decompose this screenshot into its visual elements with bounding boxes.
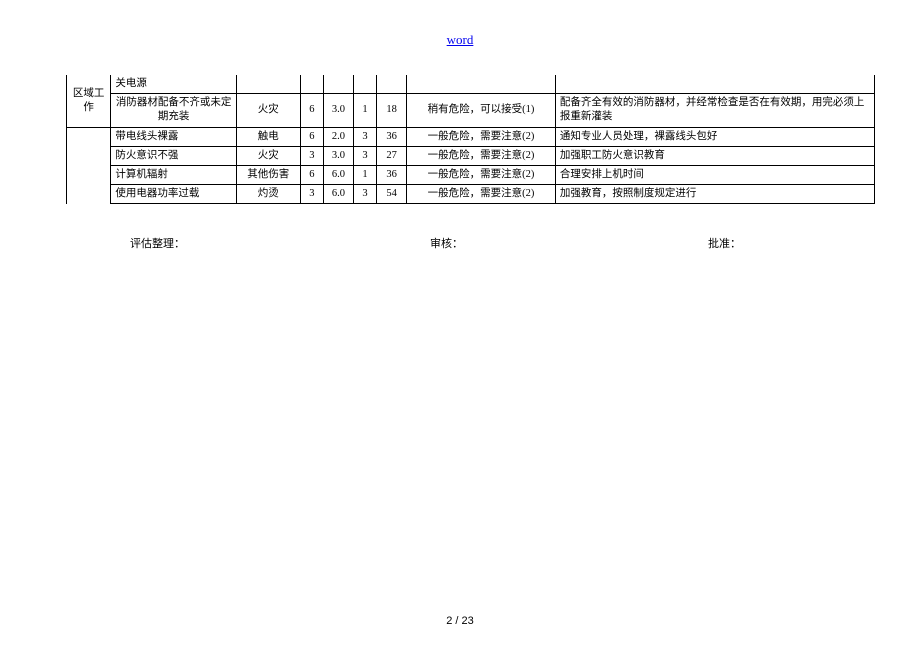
num-cell: 3 <box>300 146 323 165</box>
num-cell: 2.0 <box>324 127 354 146</box>
num-cell: 3 <box>353 185 376 204</box>
type-cell: 其他伤害 <box>236 165 300 184</box>
num-cell: 6.0 <box>324 185 354 204</box>
table-row: 使用电器功率过载 灼烫 3 6.0 3 54 一般危险，需要注意(2) 加强教育… <box>45 185 875 204</box>
signoff-prepared: 评估整理： <box>130 235 185 251</box>
measure-cell: 加强职工防火意识教育 <box>555 146 874 165</box>
num-cell: 36 <box>377 165 407 184</box>
num-cell: 1 <box>353 165 376 184</box>
num-cell: 3.0 <box>324 146 354 165</box>
side-cell <box>45 75 66 204</box>
area-cell-empty <box>66 127 111 204</box>
header-link[interactable]: word <box>447 32 474 48</box>
hazard-cell: 带电线头裸露 <box>111 127 236 146</box>
num-cell: 3.0 <box>324 94 354 127</box>
num-cell: 54 <box>377 185 407 204</box>
num-cell: 1 <box>353 94 376 127</box>
hazard-cell: 防火意识不强 <box>111 146 236 165</box>
hazard-cell: 计算机辐射 <box>111 165 236 184</box>
risk-cell: 一般危险，需要注意(2) <box>407 127 556 146</box>
table-row: 计算机辐射 其他伤害 6 6.0 1 36 一般危险，需要注意(2) 合理安排上… <box>45 165 875 184</box>
type-cell: 触电 <box>236 127 300 146</box>
table-row: 带电线头裸露 触电 6 2.0 3 36 一般危险，需要注意(2) 通知专业人员… <box>45 127 875 146</box>
table-row: 消防器材配备不齐或未定期充装 火灾 6 3.0 1 18 稍有危险，可以接受(1… <box>45 94 875 127</box>
num-cell: 3 <box>300 185 323 204</box>
num-cell: 6 <box>300 94 323 127</box>
num-cell: 36 <box>377 127 407 146</box>
type-cell: 火灾 <box>236 94 300 127</box>
risk-cell: 稍有危险，可以接受(1) <box>407 94 556 127</box>
risk-cell: 一般危险，需要注意(2) <box>407 146 556 165</box>
area-cell: 区域工作 <box>66 75 111 127</box>
measure-cell: 通知专业人员处理，裸露线头包好 <box>555 127 874 146</box>
num-cell: 6 <box>300 165 323 184</box>
risk-cell: 一般危险，需要注意(2) <box>407 165 556 184</box>
risk-table: 区域工作 关电源 消防器材配备不齐或未定期充装 火灾 6 3.0 1 18 稍有… <box>45 75 875 204</box>
page-number: 2 / 23 <box>446 615 474 627</box>
num-cell: 27 <box>377 146 407 165</box>
num-cell: 3 <box>353 146 376 165</box>
measure-cell: 合理安排上机时间 <box>555 165 874 184</box>
signoff-review: 审核： <box>430 235 463 251</box>
hazard-cell: 消防器材配备不齐或未定期充装 <box>111 94 236 127</box>
num-cell: 6 <box>300 127 323 146</box>
type-cell: 灼烫 <box>236 185 300 204</box>
measure-cell: 配备齐全有效的消防器材，并经常检查是否在有效期，用完必须上报重新灌装 <box>555 94 874 127</box>
num-cell: 6.0 <box>324 165 354 184</box>
num-cell: 18 <box>377 94 407 127</box>
table-row: 区域工作 关电源 <box>45 75 875 94</box>
signoff-approve: 批准： <box>708 235 741 251</box>
risk-cell: 一般危险，需要注意(2) <box>407 185 556 204</box>
table-row: 防火意识不强 火灾 3 3.0 3 27 一般危险，需要注意(2) 加强职工防火… <box>45 146 875 165</box>
signoff-row: 评估整理： 审核： 批准： <box>45 235 875 251</box>
hazard-cell: 关电源 <box>111 75 236 94</box>
type-cell: 火灾 <box>236 146 300 165</box>
hazard-cell: 使用电器功率过载 <box>111 185 236 204</box>
measure-cell: 加强教育，按照制度规定进行 <box>555 185 874 204</box>
num-cell: 3 <box>353 127 376 146</box>
